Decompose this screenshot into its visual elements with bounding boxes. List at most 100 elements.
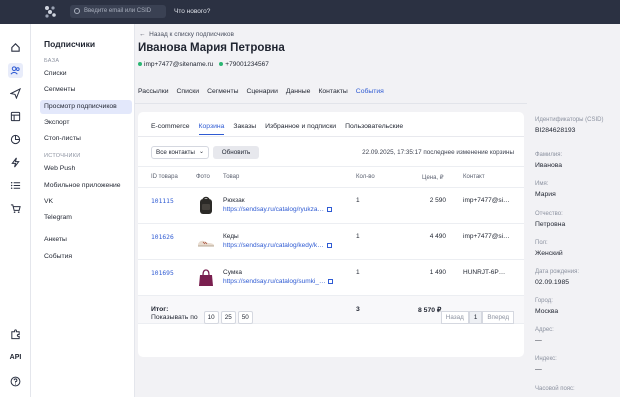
table-row: 101115 Рюкзак https://sendsay.ru/catalog…: [138, 188, 524, 224]
detail-value: —: [535, 366, 542, 373]
puzzle-icon[interactable]: [8, 327, 23, 342]
detail-city: Город: Москва: [535, 298, 558, 315]
tab-scenarios[interactable]: Сценарии: [242, 88, 281, 100]
page-size-10[interactable]: 10: [203, 311, 219, 324]
page-1-button[interactable]: 1: [468, 311, 483, 324]
sidebar-item-subscriber-view[interactable]: Просмотр подписчиков: [40, 100, 132, 114]
subtab-ecommerce[interactable]: E-commerce: [151, 123, 190, 135]
page-size-selector: Показывать по 10 25 50: [151, 311, 253, 324]
page-size-25[interactable]: 25: [220, 311, 236, 324]
table-row: 101695 Сумка https://sendsay.ru/catalog/…: [138, 260, 524, 296]
help-icon[interactable]: [8, 374, 23, 389]
icon-rail: API: [0, 24, 31, 397]
page-title: Иванова Мария Петровна: [138, 42, 285, 54]
product-contact: imp+7477@si…: [463, 197, 510, 204]
section-label-base: БАЗА: [44, 58, 60, 64]
product-qty: 1: [356, 197, 360, 204]
sidebar: Подписчики БАЗА Списки Сегменты Просмотр…: [31, 24, 135, 397]
detail-label: Дата рождения:: [535, 269, 579, 275]
product-qty: 1: [356, 233, 360, 240]
tab-mailings[interactable]: Рассылки: [138, 88, 173, 100]
sidebar-item-telegram[interactable]: Telegram: [40, 211, 132, 225]
product-url-link[interactable]: https://sendsay.ru/catalog/ryukza…: [223, 206, 333, 213]
detail-label: Адрес:: [535, 327, 554, 333]
bolt-icon[interactable]: [8, 155, 23, 170]
contacts-filter-select[interactable]: Все контакты ⌄: [151, 146, 209, 159]
tab-contacts[interactable]: Контакты: [314, 88, 351, 100]
product-id-link[interactable]: 101626: [151, 234, 174, 241]
tab-lists[interactable]: Списки: [173, 88, 204, 100]
backpack-photo: [200, 196, 212, 214]
tab-events[interactable]: События: [352, 88, 388, 100]
product-name: Кеды: [223, 233, 239, 240]
tab-segments[interactable]: Сегменты: [203, 88, 242, 100]
cart-icon[interactable]: [8, 201, 23, 216]
sidebar-item-segments[interactable]: Сегменты: [40, 83, 132, 97]
subtab-orders[interactable]: Заказы: [233, 123, 256, 135]
detail-value: Женский: [535, 250, 563, 257]
pagination: Назад 1 Вперед: [440, 311, 514, 324]
chart-icon[interactable]: [8, 132, 23, 147]
external-link-icon: [327, 206, 333, 212]
sidebar-item-web-push[interactable]: Web Push: [40, 162, 132, 176]
detail-value: —: [535, 337, 542, 344]
prev-page-button[interactable]: Назад: [440, 311, 469, 324]
chevron-down-icon: ⌄: [198, 149, 204, 155]
product-price: 1 490: [429, 269, 446, 276]
last-change-text: 22.09.2025, 17:35:17 последнее изменение…: [362, 149, 514, 156]
search-input[interactable]: Введите email или CSID: [70, 5, 166, 18]
search-placeholder: Введите email или CSID: [84, 8, 152, 14]
next-page-button[interactable]: Вперед: [482, 311, 514, 324]
sidebar-item-export[interactable]: Экспорт: [40, 116, 132, 130]
send-icon[interactable]: [8, 86, 23, 101]
back-link[interactable]: ← Назад к списку подписчиков: [139, 31, 234, 38]
col-photo: Фото: [196, 174, 210, 180]
details-panel: Идентификаторы (CSID) BI284628193 Фамили…: [527, 24, 620, 397]
api-link[interactable]: API: [8, 350, 23, 365]
detail-birthdate: Дата рождения: 02.09.1985: [535, 269, 579, 286]
subtab-cart[interactable]: Корзина: [198, 123, 225, 135]
sidebar-item-lists[interactable]: Списки: [40, 67, 132, 81]
total-qty: 3: [356, 306, 360, 313]
col-id: ID товара: [151, 174, 178, 180]
list-icon[interactable]: [8, 178, 23, 193]
profile-tabs: Рассылки Списки Сегменты Сценарии Данные…: [138, 88, 388, 100]
contact-list: imp+7477@sitename.ru +79001234567: [138, 61, 269, 68]
sidebar-item-vk[interactable]: VK: [40, 195, 132, 209]
phone-contact[interactable]: +79001234567: [219, 61, 269, 68]
col-product: Товар: [223, 174, 240, 180]
product-url-link[interactable]: https://sendsay.ru/catalog/sumki_…: [223, 278, 334, 285]
subtab-custom[interactable]: Пользовательские: [345, 123, 403, 135]
detail-patronymic: Отчество: Петровна: [535, 211, 565, 228]
arrow-left-icon: ←: [139, 31, 146, 38]
whats-new-link[interactable]: Что нового?: [174, 5, 210, 18]
sidebar-item-events[interactable]: События: [40, 250, 132, 264]
subtab-favorites[interactable]: Избранное и подписки: [265, 123, 336, 135]
detail-csid: Идентификаторы (CSID) BI284628193: [535, 117, 603, 134]
detail-timezone: Часовой пояс:: [535, 386, 575, 392]
detail-value: Москва: [535, 308, 559, 315]
page-size-50[interactable]: 50: [237, 311, 253, 324]
status-dot-icon: [138, 62, 142, 67]
product-id-link[interactable]: 101115: [151, 198, 174, 205]
logo-icon[interactable]: [44, 5, 58, 19]
col-qty: Кол-во: [356, 174, 375, 180]
section-label-sources: ИСТОЧНИКИ: [44, 153, 81, 159]
detail-value: Мария: [535, 191, 556, 198]
tab-data[interactable]: Данные: [282, 88, 315, 100]
product-qty: 1: [356, 269, 360, 276]
product-price: 4 490: [429, 233, 446, 240]
home-icon[interactable]: [8, 40, 23, 55]
detail-value: BI284628193: [535, 127, 576, 134]
sidebar-item-mobile-app[interactable]: Мобильное приложение: [40, 179, 132, 193]
email-contact[interactable]: imp+7477@sitename.ru: [138, 61, 213, 68]
refresh-button[interactable]: Обновить: [213, 146, 259, 159]
sidebar-item-forms[interactable]: Анкеты: [40, 233, 132, 247]
product-url-link[interactable]: https://sendsay.ru/catalog/kedy/k…: [223, 242, 332, 249]
sidebar-item-stop-lists[interactable]: Стоп-листы: [40, 132, 132, 146]
product-id-link[interactable]: 101695: [151, 270, 174, 277]
detail-value: Петровна: [535, 221, 566, 228]
layout-icon[interactable]: [8, 109, 23, 124]
product-name: Сумка: [223, 269, 242, 276]
users-icon[interactable]: [8, 63, 23, 78]
